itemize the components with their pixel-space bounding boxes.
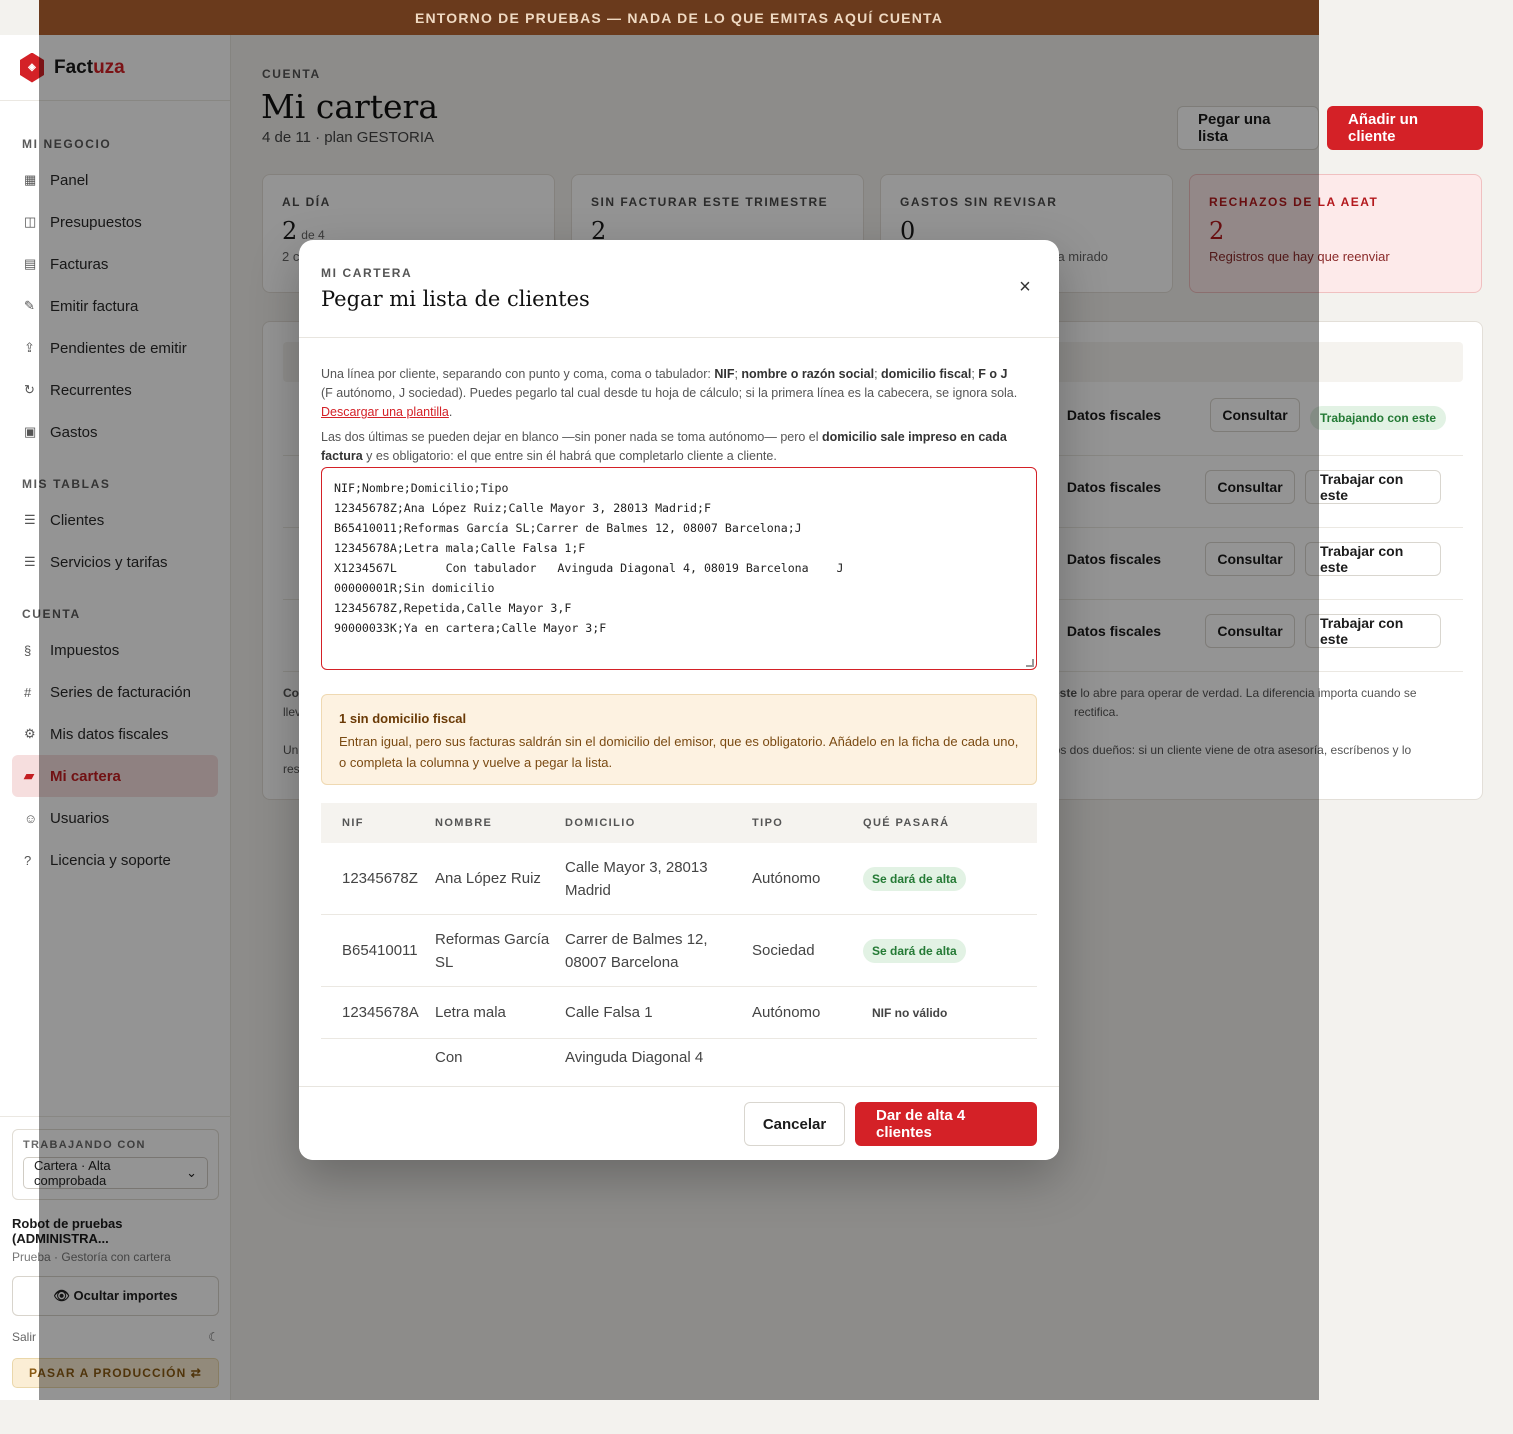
preview-cell-type: Sociedad bbox=[752, 942, 815, 959]
dialog-instructions: Una línea por cliente, separando con pun… bbox=[321, 367, 1018, 419]
submit-clients-button[interactable]: Dar de alta 4 clientes bbox=[855, 1102, 1037, 1146]
preview-cell-name: Con bbox=[435, 1049, 463, 1066]
preview-row: B65410011 Reformas García SL Carrer de Bal… bbox=[321, 915, 1037, 987]
preview-cell-type: Autónomo bbox=[752, 870, 821, 887]
dialog-note: Las dos últimas se pueden dejar en blanc… bbox=[321, 430, 1007, 463]
preview-cell-address: Carrer de Balmes 12, 08007 Barcelona bbox=[565, 930, 708, 971]
preview-table-header: NIF NOMBRE DOMICILIO TIPO QUÉ PASARÁ bbox=[321, 803, 1037, 843]
work-with-button[interactable]: Trabajar con este bbox=[1305, 470, 1441, 504]
dialog-footer: Cancelar Dar de alta 4 clientes bbox=[299, 1086, 1059, 1160]
paste-list-dialog: MI CARTERA Pegar mi lista de clientes × … bbox=[299, 240, 1059, 1160]
work-with-button[interactable]: Trabajar con este bbox=[1305, 614, 1441, 648]
preview-cell-name: Ana López Ruiz bbox=[435, 870, 541, 887]
close-icon[interactable]: × bbox=[1013, 276, 1037, 300]
preview-cell-name: Letra mala bbox=[435, 1004, 506, 1021]
resize-handle-icon[interactable] bbox=[1026, 659, 1034, 667]
preview-cell-type: Autónomo bbox=[752, 1004, 821, 1021]
warning-title: 1 sin domicilio fiscal bbox=[339, 711, 467, 726]
page-bottom bbox=[0, 1400, 1513, 1434]
result-badge: Se dará de alta bbox=[863, 866, 966, 891]
preview-row: 12345678Z Ana López Ruiz Calle Mayor 3, 28… bbox=[321, 843, 1037, 915]
preview-cell-address: Calle Mayor 3, 28013 Madrid bbox=[565, 858, 708, 899]
add-client-button[interactable]: Añadir un cliente bbox=[1327, 106, 1483, 150]
dialog-eyebrow: MI CARTERA bbox=[321, 266, 413, 280]
preview-cell-address: Calle Falsa 1 bbox=[565, 1004, 653, 1021]
working-status-badge: Trabajando con este bbox=[1310, 406, 1447, 430]
preview-cell-nif: 12345678Z bbox=[342, 870, 418, 887]
preview-cell-address: Avinguda Diagonal 4 bbox=[565, 1049, 704, 1066]
result-badge: NIF no válido bbox=[872, 1005, 948, 1020]
preview-cell-nif: B65410011 bbox=[342, 942, 418, 959]
dialog-title: Pegar mi lista de clientes bbox=[321, 287, 590, 311]
result-badge: Se dará de alta bbox=[863, 938, 966, 963]
work-with-button[interactable]: Trabajar con este bbox=[1305, 542, 1441, 576]
cancel-button[interactable]: Cancelar bbox=[744, 1102, 845, 1146]
warning-text: Entran igual, pero sus facturas saldrán … bbox=[339, 734, 1019, 770]
missing-address-warning: 1 sin domicilio fiscal Entran igual, per… bbox=[321, 694, 1037, 785]
preview-cell-name: Reformas García SL bbox=[435, 930, 550, 971]
preview-row: Con Avinguda Diagonal 4 bbox=[321, 1039, 1037, 1069]
sandbox-banner: ENTORNO DE PRUEBAS — NADA DE LO QUE EMIT… bbox=[39, 0, 1319, 35]
download-template-link[interactable]: Descargar una plantilla bbox=[321, 405, 449, 419]
preview-cell-nif: 12345678A bbox=[342, 1004, 419, 1021]
dialog-body: Una línea por cliente, separando con pun… bbox=[299, 338, 1059, 1086]
client-list-textarea[interactable]: NIF;Nombre;Domicilio;Tipo 12345678Z;Ana … bbox=[321, 467, 1037, 670]
preview-table: NIF NOMBRE DOMICILIO TIPO QUÉ PASARÁ 123… bbox=[321, 803, 1037, 1069]
logout-link[interactable]: Salir bbox=[12, 1330, 36, 1344]
preview-row: 12345678A Letra mala Calle Falsa 1 Autónomo… bbox=[321, 987, 1037, 1039]
